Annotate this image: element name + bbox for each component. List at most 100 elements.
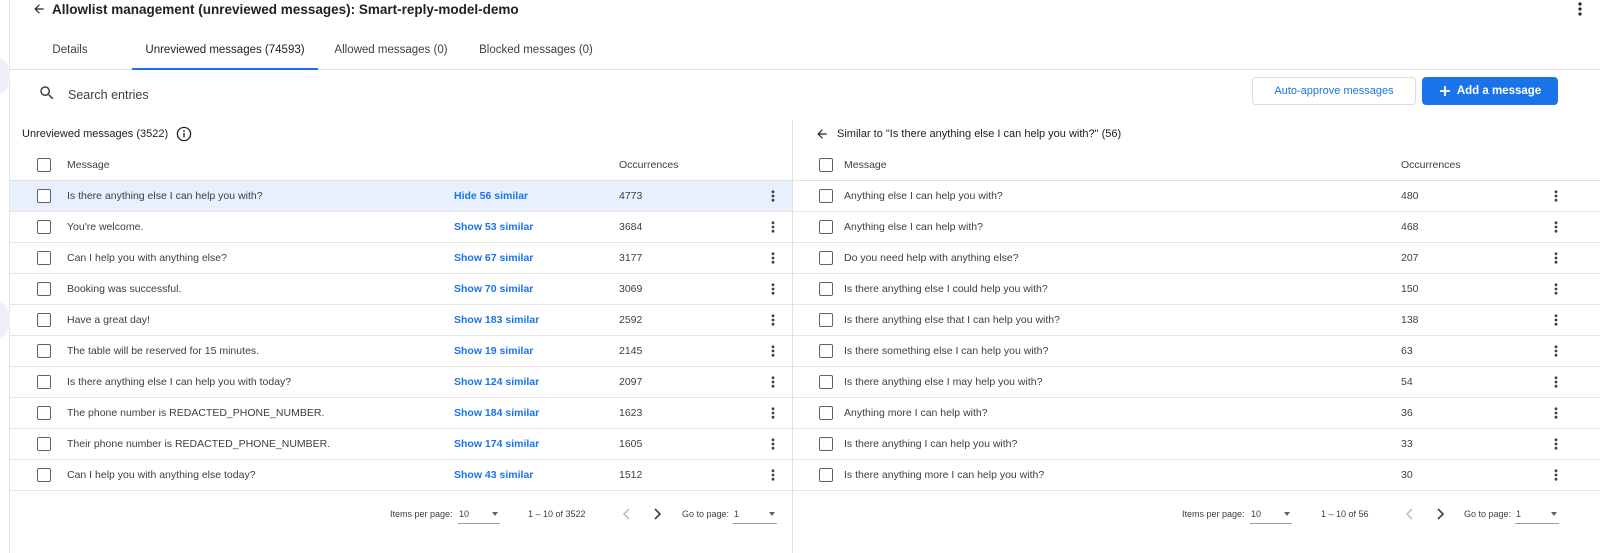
row-checkbox[interactable]: [819, 344, 833, 358]
message-text: Is there anything more I can help you wi…: [844, 469, 1045, 481]
toggle-similar-link[interactable]: Hide 56 similar: [454, 190, 528, 202]
tab-bar: Details Unreviewed messages (74593) Allo…: [10, 30, 1600, 70]
row-checkbox[interactable]: [819, 220, 833, 234]
message-text: Is there anything else I may help you wi…: [844, 376, 1043, 388]
row-checkbox[interactable]: [819, 468, 833, 482]
occurrences-value: 150: [1401, 283, 1419, 295]
go-to-page-label: Go to page:: [682, 509, 730, 519]
side-rail: [0, 0, 10, 553]
row-more-options-icon[interactable]: [1551, 250, 1561, 266]
toggle-similar-link[interactable]: Show 124 similar: [454, 376, 539, 388]
panel-title: Similar to "Is there anything else I can…: [813, 126, 1121, 142]
toggle-similar-link[interactable]: Show 19 similar: [454, 345, 533, 357]
row-checkbox[interactable]: [819, 282, 833, 296]
message-text: Do you need help with anything else?: [844, 252, 1019, 264]
toggle-similar-link[interactable]: Show 184 similar: [454, 407, 539, 419]
table-row: Is there anything more I can help you wi…: [793, 460, 1600, 491]
next-page-button[interactable]: [648, 505, 666, 523]
tab-allowed-messages[interactable]: Allowed messages (0): [332, 30, 450, 69]
panel-title-text: Similar to "Is there anything else I can…: [837, 128, 1122, 140]
row-checkbox[interactable]: [37, 375, 51, 389]
toggle-similar-link[interactable]: Show 70 similar: [454, 283, 533, 295]
toggle-similar-link[interactable]: Show 174 similar: [454, 438, 539, 450]
toggle-similar-link[interactable]: Show 67 similar: [454, 252, 533, 264]
dropdown-caret-icon: [1284, 512, 1290, 516]
row-more-options-icon[interactable]: [1551, 312, 1561, 328]
go-to-page-select[interactable]: 1: [1515, 504, 1559, 524]
back-arrow-icon[interactable]: [813, 126, 831, 142]
row-more-options-icon[interactable]: [768, 281, 778, 297]
info-icon[interactable]: [176, 126, 192, 142]
row-checkbox[interactable]: [819, 251, 833, 265]
row-checkbox[interactable]: [37, 468, 51, 482]
row-more-options-icon[interactable]: [1551, 467, 1561, 483]
go-to-page-label: Go to page:: [1464, 509, 1512, 519]
more-options-icon[interactable]: [1572, 0, 1588, 18]
message-text: Is there something else I can help you w…: [844, 345, 1049, 357]
previous-page-button[interactable]: [618, 505, 636, 523]
row-more-options-icon[interactable]: [768, 343, 778, 359]
toggle-similar-link[interactable]: Show 53 similar: [454, 221, 533, 233]
next-page-button[interactable]: [1431, 505, 1449, 523]
row-checkbox[interactable]: [819, 189, 833, 203]
row-checkbox[interactable]: [37, 251, 51, 265]
toggle-similar-link[interactable]: Show 43 similar: [454, 469, 533, 481]
row-more-options-icon[interactable]: [1551, 405, 1561, 421]
add-message-button[interactable]: Add a message: [1422, 77, 1558, 105]
row-checkbox[interactable]: [819, 437, 833, 451]
message-text: Is there anything else I can help you wi…: [67, 190, 263, 202]
row-checkbox[interactable]: [37, 437, 51, 451]
tab-blocked-messages[interactable]: Blocked messages (0): [478, 30, 594, 69]
row-checkbox[interactable]: [819, 313, 833, 327]
chevron-right-icon: [654, 508, 662, 520]
row-checkbox[interactable]: [37, 189, 51, 203]
message-text: Anything else I can help you with?: [844, 190, 1003, 202]
toggle-similar-link[interactable]: Show 183 similar: [454, 314, 539, 326]
row-more-options-icon[interactable]: [768, 312, 778, 328]
table-row: Is there anything I can help you with? 33: [793, 429, 1600, 460]
items-per-page-select[interactable]: 10: [458, 504, 500, 524]
row-more-options-icon[interactable]: [768, 188, 778, 204]
items-per-page-select[interactable]: 10: [1250, 504, 1292, 524]
occurrences-value: 63: [1401, 345, 1413, 357]
tab-unreviewed-messages[interactable]: Unreviewed messages (74593): [132, 30, 318, 70]
message-text: You're welcome.: [67, 221, 144, 233]
row-checkbox[interactable]: [819, 406, 833, 420]
row-checkbox[interactable]: [37, 344, 51, 358]
table-row: Anything else I can help you with? 480: [793, 181, 1600, 212]
row-more-options-icon[interactable]: [1551, 188, 1561, 204]
row-more-options-icon[interactable]: [768, 405, 778, 421]
occurrences-value: 2145: [619, 345, 643, 357]
back-arrow-icon[interactable]: [28, 0, 50, 18]
row-more-options-icon[interactable]: [1551, 374, 1561, 390]
tab-details[interactable]: Details: [46, 30, 94, 69]
table-row: The table will be reserved for 15 minute…: [10, 336, 792, 367]
search-input[interactable]: [68, 83, 468, 107]
items-per-page-label: Items per page:: [390, 509, 453, 519]
select-all-checkbox[interactable]: [819, 158, 833, 172]
select-all-checkbox[interactable]: [37, 158, 51, 172]
row-checkbox[interactable]: [37, 220, 51, 234]
row-checkbox[interactable]: [819, 375, 833, 389]
row-checkbox[interactable]: [37, 282, 51, 296]
pagination: Items per page: 10 1 – 10 of 56 Go to pa…: [793, 500, 1600, 528]
row-more-options-icon[interactable]: [768, 436, 778, 452]
message-text: Is there anything else I could help you …: [844, 283, 1048, 295]
row-checkbox[interactable]: [37, 313, 51, 327]
row-checkbox[interactable]: [37, 406, 51, 420]
row-more-options-icon[interactable]: [768, 467, 778, 483]
row-more-options-icon[interactable]: [1551, 343, 1561, 359]
auto-approve-button[interactable]: Auto-approve messages: [1252, 77, 1416, 105]
row-more-options-icon[interactable]: [1551, 281, 1561, 297]
row-more-options-icon[interactable]: [768, 219, 778, 235]
go-to-page-select[interactable]: 1: [733, 504, 777, 524]
items-per-page-value: 10: [459, 509, 470, 519]
occurrences-value: 4773: [619, 190, 643, 202]
row-more-options-icon[interactable]: [768, 250, 778, 266]
row-more-options-icon[interactable]: [768, 374, 778, 390]
row-more-options-icon[interactable]: [1551, 219, 1561, 235]
row-more-options-icon[interactable]: [1551, 436, 1561, 452]
previous-page-button[interactable]: [1401, 505, 1419, 523]
go-to-page-value: 1: [1516, 509, 1522, 519]
column-header-message: Message: [844, 159, 887, 171]
